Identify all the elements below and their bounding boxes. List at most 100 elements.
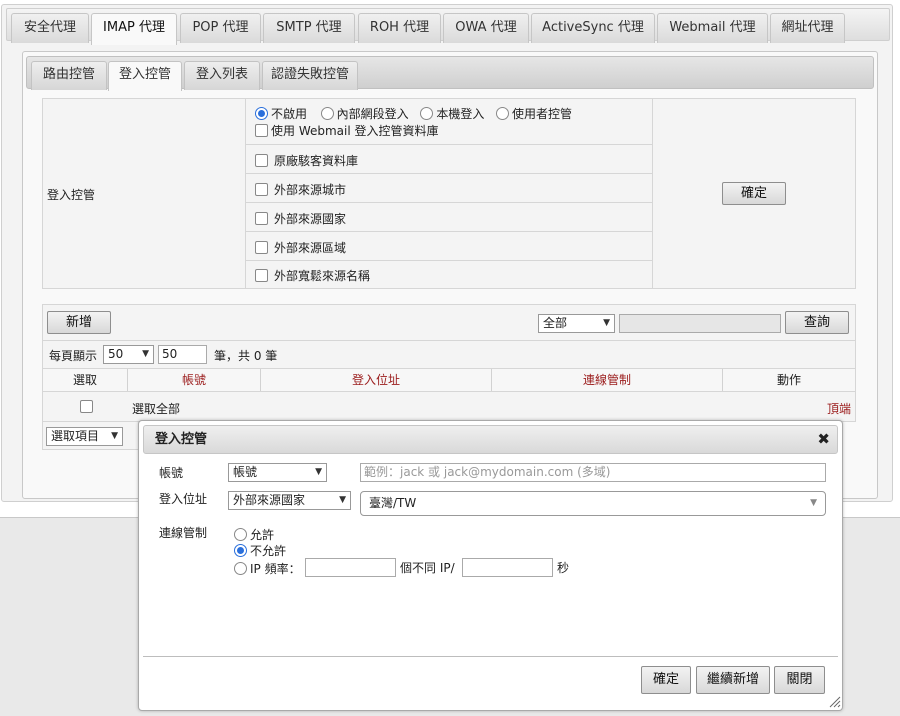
deny-radio[interactable] <box>234 544 247 557</box>
column-account[interactable]: 帳號 <box>128 369 261 391</box>
resize-grip-icon[interactable] <box>829 696 841 708</box>
location-value: 臺灣/TW <box>369 496 417 510</box>
chevron-down-icon: ▼ <box>810 498 817 508</box>
check-row: 外部來源城市 <box>245 173 653 203</box>
tab-auth-failure-control[interactable]: 認證失敗控管 <box>262 61 358 90</box>
column-action: 動作 <box>776 373 801 387</box>
close-icon[interactable]: ✖ <box>817 426 830 453</box>
ip-rate-radio[interactable] <box>234 562 247 575</box>
top-link[interactable]: 頂端 <box>827 400 851 417</box>
chevron-down-icon: ▼ <box>315 467 322 477</box>
filter-select[interactable]: 全部 ▼ <box>538 314 615 333</box>
dialog-close-button[interactable]: 關閉 <box>774 666 825 694</box>
tab-owa-proxy[interactable]: OWA 代理 <box>443 13 529 43</box>
select-all-checkbox[interactable] <box>80 400 93 413</box>
dialog-footer-divider <box>143 656 838 657</box>
tab-routing-control[interactable]: 路由控管 <box>31 61 107 90</box>
external-region-label: 外部來源區域 <box>274 241 347 255</box>
account-input[interactable]: 範例：jack 或 jack@mydomain.com (多域) <box>360 463 826 482</box>
dialog-title: 登入控管 <box>155 432 208 447</box>
check-row: 外部來源區域 <box>245 231 653 261</box>
webmail-db-checkbox[interactable] <box>255 124 268 137</box>
external-country-checkbox[interactable] <box>255 212 268 225</box>
allow-radio[interactable] <box>234 528 247 541</box>
pagination-row: 每頁顯示 50 ▼ 50 筆，共 0 筆 <box>42 340 856 369</box>
search-input[interactable] <box>619 314 781 333</box>
dialog-ok-button[interactable]: 確定 <box>641 666 691 694</box>
radio-disabled[interactable] <box>255 107 268 120</box>
per-page-label: 每頁顯示 <box>49 349 98 363</box>
location-type-select[interactable]: 外部來源國家 ▼ <box>228 491 351 510</box>
bulk-action-select-value: 選取項目 <box>51 429 100 443</box>
confirm-cell: 確定 <box>652 98 856 289</box>
allow-label: 允許 <box>250 528 275 542</box>
external-country-label: 外部來源國家 <box>274 212 347 226</box>
tab-smtp-proxy[interactable]: SMTP 代理 <box>263 13 355 43</box>
per-page-input[interactable]: 50 <box>158 345 207 364</box>
mode-options-cell: 不啟用 內部網段登入 本機登入 使用者控管 使用 Webmail 登入控管資料庫 <box>245 98 653 145</box>
per-page-select-value: 50 <box>108 347 124 361</box>
ip-seconds-input[interactable] <box>462 558 553 577</box>
column-select: 選取 <box>43 369 128 391</box>
radio-user-control-label: 使用者控管 <box>512 107 573 121</box>
login-control-dialog: 登入控管 ✖ 帳號 帳號 ▼ 範例：jack 或 jack@mydomain.co… <box>138 420 843 711</box>
ip-rate-label: IP 頻率： <box>250 562 301 576</box>
account-type-select[interactable]: 帳號 ▼ <box>228 463 327 482</box>
radio-local-login-label: 本機登入 <box>436 107 485 121</box>
dialog-continue-add-button[interactable]: 繼續新增 <box>696 666 770 694</box>
tab-url-proxy[interactable]: 網址代理 <box>770 13 845 43</box>
sub-tab-bar: 路由控管 登入控管 登入列表 認證失敗控管 <box>26 56 874 91</box>
column-connection-control[interactable]: 連線管制 <box>492 369 723 391</box>
external-loose-name-label: 外部寬鬆來源名稱 <box>274 269 371 283</box>
query-button[interactable]: 查詢 <box>785 311 849 334</box>
ip-unit-label: 秒 <box>557 561 570 575</box>
check-row: 外部來源國家 <box>245 202 653 232</box>
account-type-value: 帳號 <box>233 465 258 479</box>
per-page-select[interactable]: 50 ▼ <box>103 345 154 364</box>
chevron-down-icon: ▼ <box>142 349 149 359</box>
tab-security-proxy[interactable]: 安全代理 <box>11 13 89 43</box>
select-all-row: 選取全部 頂端 <box>42 391 856 422</box>
list-toolbar: 新增 全部 ▼ 查詢 <box>42 304 856 341</box>
tab-login-control[interactable]: 登入控管 <box>108 61 182 91</box>
proxy-tab-bar: 安全代理 IMAP 代理 POP 代理 SMTP 代理 ROH 代理 OWA 代… <box>6 8 890 45</box>
radio-local-login[interactable] <box>420 107 434 120</box>
account-label: 帳號 <box>159 466 184 480</box>
hacker-db-checkbox[interactable] <box>255 154 268 167</box>
radio-internal-segment-label: 內部網段登入 <box>336 107 409 121</box>
deny-label: 不允許 <box>250 544 287 558</box>
external-region-checkbox[interactable] <box>255 241 268 254</box>
connection-control-label: 連線管制 <box>159 526 208 540</box>
location-value-select[interactable]: 臺灣/TW ▼ <box>360 491 826 516</box>
dialog-title-bar: 登入控管 ✖ <box>143 425 838 454</box>
chevron-down-icon: ▼ <box>603 318 610 328</box>
radio-user-control[interactable] <box>496 107 510 120</box>
ip-count-input[interactable] <box>305 558 396 577</box>
webmail-db-label: 使用 Webmail 登入控管資料庫 <box>271 124 439 138</box>
check-row: 外部寬鬆來源名稱 <box>245 260 653 289</box>
bulk-action-select[interactable]: 選取項目 ▼ <box>46 427 123 446</box>
filter-select-value: 全部 <box>543 316 568 330</box>
check-row: 原廠駭客資料庫 <box>245 144 653 174</box>
tab-roh-proxy[interactable]: ROH 代理 <box>358 13 441 43</box>
external-city-checkbox[interactable] <box>255 183 268 196</box>
login-control-label: 登入控管 <box>47 188 96 202</box>
location-label: 登入位址 <box>159 492 208 506</box>
add-button[interactable]: 新增 <box>47 311 111 334</box>
mode-radio-group: 不啟用 內部網段登入 本機登入 使用者控管 <box>255 105 572 122</box>
tab-pop-proxy[interactable]: POP 代理 <box>180 13 261 43</box>
radio-internal-segment[interactable] <box>320 107 334 120</box>
external-loose-name-checkbox[interactable] <box>255 269 268 282</box>
tab-imap-proxy[interactable]: IMAP 代理 <box>91 13 177 45</box>
chevron-down-icon: ▼ <box>339 495 346 505</box>
chevron-down-icon: ▼ <box>111 431 118 441</box>
table-header: 選取 帳號 登入位址 連線管制 動作 <box>42 368 856 392</box>
column-login-address[interactable]: 登入位址 <box>261 369 492 391</box>
radio-disabled-label: 不啟用 <box>271 107 308 121</box>
bulk-action-row: 選取項目 ▼ <box>42 421 142 450</box>
tab-webmail-proxy[interactable]: Webmail 代理 <box>657 13 768 43</box>
location-type-value: 外部來源國家 <box>233 493 306 507</box>
tab-login-list[interactable]: 登入列表 <box>184 61 260 90</box>
settings-confirm-button[interactable]: 確定 <box>722 182 786 205</box>
tab-activesync-proxy[interactable]: ActiveSync 代理 <box>531 13 655 43</box>
